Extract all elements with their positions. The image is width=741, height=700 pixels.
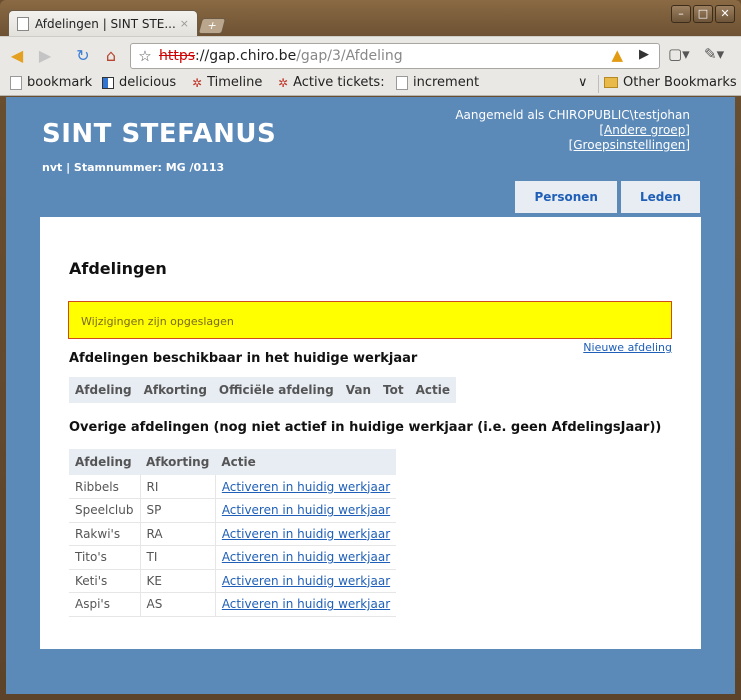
browser-window: Afdelingen | SINT STE... × + – □ ✕ ◀ ▶ ↻… bbox=[0, 0, 741, 700]
wrench-icon[interactable]: ✎▾ bbox=[704, 45, 724, 63]
window-controls: – □ ✕ bbox=[671, 5, 735, 23]
column-header: Afdeling bbox=[69, 377, 138, 403]
afkorting-cell: RI bbox=[139, 475, 216, 499]
home-icon[interactable]: ⌂ bbox=[100, 45, 122, 67]
table-row: Keti's KE Activeren in huidig werkjaar bbox=[69, 569, 397, 593]
bookmark-item[interactable]: ✲ Timeline bbox=[192, 75, 262, 90]
bookmarks-bar: bookmark delicious ✲ Timeline ✲ Active t… bbox=[0, 72, 741, 96]
new-afdeling-link[interactable]: Nieuwe afdeling bbox=[583, 341, 672, 354]
bookmark-item[interactable]: ✲ Active tickets: bbox=[278, 75, 385, 90]
section-title-available: Afdelingen beschikbaar in het huidige we… bbox=[69, 351, 418, 366]
activate-link[interactable]: Activeren in huidig werkjaar bbox=[222, 574, 390, 588]
bookmark-item[interactable]: bookmark bbox=[10, 75, 92, 90]
page-menu-icon[interactable]: ▢▾ bbox=[668, 45, 690, 63]
afdeling-cell: Rakwi's bbox=[69, 522, 140, 546]
afdeling-cell: Ribbels bbox=[69, 475, 140, 499]
activate-link[interactable]: Activeren in huidig werkjaar bbox=[222, 480, 390, 494]
flash-message: Wijzigingen zijn opgeslagen bbox=[68, 301, 672, 339]
warning-icon[interactable]: ▲ bbox=[611, 46, 623, 64]
table-row: Tito's TI Activeren in huidig werkjaar bbox=[69, 545, 397, 570]
column-header: Van bbox=[339, 377, 377, 403]
activate-link[interactable]: Activeren in huidig werkjaar bbox=[222, 597, 390, 611]
back-arrow-icon[interactable]: ◀ bbox=[6, 45, 28, 67]
bookmark-item[interactable]: delicious bbox=[102, 75, 176, 90]
tab-leden[interactable]: Leden bbox=[620, 181, 700, 213]
page-icon bbox=[396, 75, 408, 90]
column-header: Afkorting bbox=[140, 449, 216, 475]
column-header: Tot bbox=[377, 377, 410, 403]
bookmark-label: bookmark bbox=[27, 75, 93, 90]
group-settings-link[interactable]: [Groepsinstellingen] bbox=[569, 138, 690, 152]
bookmark-label: increment bbox=[413, 75, 480, 90]
close-window-button[interactable]: ✕ bbox=[715, 5, 735, 23]
afdeling-cell: Speelclub bbox=[69, 498, 140, 523]
close-tab-icon[interactable]: × bbox=[180, 17, 189, 30]
chevron-down-icon[interactable]: ∨ bbox=[578, 75, 588, 90]
afkorting-cell: SP bbox=[139, 498, 216, 523]
column-header: Actie bbox=[215, 449, 397, 475]
available-afdelingen-table: Afdeling Afkorting Officiële afdeling Va… bbox=[69, 377, 456, 403]
divider bbox=[598, 75, 599, 93]
main-content: Afdelingen Wijzigingen zijn opgeslagen N… bbox=[40, 217, 701, 649]
table-row: Ribbels RI Activeren in huidig werkjaar bbox=[69, 475, 397, 499]
main-nav: Personen Leden bbox=[515, 181, 700, 213]
forward-arrow-icon[interactable]: ▶ bbox=[34, 45, 56, 67]
activate-link[interactable]: Activeren in huidig werkjaar bbox=[222, 550, 390, 564]
new-tab-button[interactable]: + bbox=[197, 18, 227, 34]
afkorting-cell: RA bbox=[139, 522, 216, 546]
tab-afdelingen[interactable]: Afdelingen | SINT STE... × bbox=[8, 10, 198, 36]
url-host: ://gap.chiro.be bbox=[195, 48, 297, 64]
column-header: Actie bbox=[409, 377, 456, 403]
site-title: SINT STEFANUS bbox=[42, 119, 277, 149]
table-row: Rakwi's RA Activeren in huidig werkjaar bbox=[69, 522, 397, 546]
url-scheme: https bbox=[159, 48, 196, 64]
maximize-button[interactable]: □ bbox=[693, 5, 713, 23]
star-icon[interactable]: ☆ bbox=[131, 47, 159, 65]
address-bar[interactable]: ☆ https://gap.chiro.be/gap/3/Afdeling ▲ … bbox=[130, 43, 660, 69]
browser-toolbar: ◀ ▶ ↻ ⌂ ☆ https://gap.chiro.be/gap/3/Afd… bbox=[0, 36, 741, 72]
afkorting-cell: AS bbox=[139, 592, 216, 617]
tab-personen[interactable]: Personen bbox=[515, 181, 617, 213]
afkorting-cell: KE bbox=[139, 569, 216, 593]
other-group-link[interactable]: [Andere groep] bbox=[599, 123, 690, 137]
tab-title: Afdelingen | SINT STE... bbox=[35, 16, 176, 31]
bookmark-label: delicious bbox=[119, 75, 177, 90]
afdeling-cell: Keti's bbox=[69, 569, 140, 593]
url-path: /gap/3/Afdeling bbox=[296, 48, 403, 64]
page-icon bbox=[10, 75, 22, 90]
afdeling-cell: Tito's bbox=[69, 545, 140, 570]
column-header: Afkorting bbox=[137, 377, 213, 403]
column-header: Officiële afdeling bbox=[212, 377, 340, 403]
page-title: Afdelingen bbox=[69, 259, 167, 278]
folder-icon bbox=[604, 77, 618, 88]
reload-icon[interactable]: ↻ bbox=[72, 45, 94, 67]
other-afdelingen-table: Afdeling Afkorting Actie Ribbels RI Acti… bbox=[69, 449, 397, 617]
web-page: SINT STEFANUS nvt | Stamnummer: MG /0113… bbox=[6, 97, 735, 694]
activate-link[interactable]: Activeren in huidig werkjaar bbox=[222, 503, 390, 517]
afkorting-cell: TI bbox=[139, 545, 216, 570]
section-title-other: Overige afdelingen (nog niet actief in h… bbox=[69, 420, 662, 435]
bookmark-item[interactable]: increment bbox=[396, 75, 479, 90]
minimize-button[interactable]: – bbox=[671, 5, 691, 23]
bookmark-label: Active tickets: bbox=[293, 75, 385, 90]
afdeling-cell: Aspi's bbox=[69, 592, 140, 617]
site-subtitle: nvt | Stamnummer: MG /0113 bbox=[42, 161, 225, 174]
bug-icon: ✲ bbox=[278, 75, 289, 90]
login-info: Aangemeld als CHIROPUBLIC\testjohan [And… bbox=[455, 108, 690, 153]
logged-in-text: Aangemeld als CHIROPUBLIC\testjohan bbox=[455, 108, 690, 122]
go-arrow-icon[interactable]: ▶ bbox=[639, 47, 649, 62]
page-icon bbox=[17, 16, 29, 31]
table-row: Aspi's AS Activeren in huidig werkjaar bbox=[69, 592, 397, 617]
column-header: Afdeling bbox=[69, 449, 140, 475]
other-bookmarks[interactable]: Other Bookmarks bbox=[604, 75, 737, 90]
bug-icon: ✲ bbox=[192, 75, 203, 90]
table-row: Speelclub SP Activeren in huidig werkjaa… bbox=[69, 498, 397, 523]
title-bar: Afdelingen | SINT STE... × + – □ ✕ bbox=[0, 0, 741, 36]
activate-link[interactable]: Activeren in huidig werkjaar bbox=[222, 527, 390, 541]
delicious-icon bbox=[102, 76, 114, 89]
bookmark-label: Timeline bbox=[207, 75, 263, 90]
other-bookmarks-label: Other Bookmarks bbox=[623, 75, 737, 90]
